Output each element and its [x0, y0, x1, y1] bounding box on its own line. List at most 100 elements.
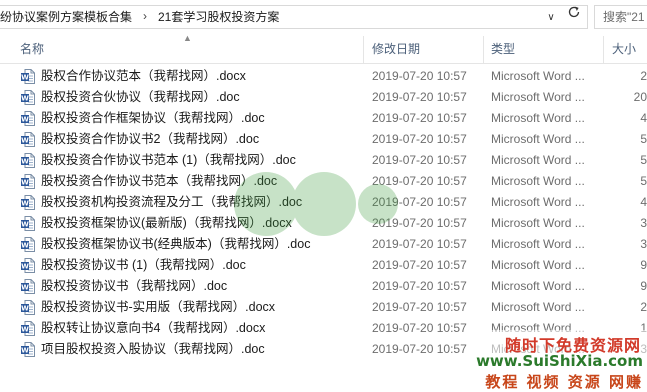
svg-text:W: W — [21, 284, 29, 292]
file-row[interactable]: W 股权投资协议书 (1)（我帮找网）.doc 2019-07-20 10:57 Mi… — [0, 255, 647, 276]
word-document-icon: W — [21, 174, 35, 189]
file-row[interactable]: W 股权投资框架协议(最新版)（我帮找网）.docx 2019-07-20 10:5… — [0, 213, 647, 234]
file-modified-date: 2019-07-20 10:57 — [372, 279, 467, 293]
svg-text:W: W — [21, 179, 29, 187]
file-modified-date: 2019-07-20 10:57 — [372, 69, 467, 83]
search-input[interactable] — [595, 6, 647, 28]
file-row[interactable]: W 股权合作协议范本（我帮找网）.docx 2019-07-20 10:57 Micr… — [0, 66, 647, 87]
file-name[interactable]: 项目股权投资入股协议（我帮找网）.doc — [41, 339, 265, 360]
file-size: 5 — [640, 153, 647, 167]
file-row[interactable]: W 股权转让协议意向书4（我帮找网）.docx 2019-07-20 10:57 Mi… — [0, 318, 647, 339]
file-type: Microsoft Word ... — [491, 90, 585, 104]
file-name[interactable]: 股权投资合作协议书范本 (1)（我帮找网）.doc — [41, 150, 296, 171]
file-size: 3 — [640, 342, 647, 356]
column-divider[interactable] — [363, 36, 364, 63]
file-type: Microsoft Word ... — [491, 237, 585, 251]
file-size: 4 — [640, 111, 647, 125]
file-size: 3 — [640, 237, 647, 251]
file-name[interactable]: 股权投资合作协议书2（我帮找网）.doc — [41, 129, 259, 150]
file-type: Microsoft Word ... — [491, 342, 585, 356]
file-size: 9 — [640, 279, 647, 293]
breadcrumb-separator-icon[interactable]: › — [143, 9, 147, 23]
file-name[interactable]: 股权投资机构投资流程及分工（我帮找网）.doc — [41, 192, 302, 213]
file-type: Microsoft Word ... — [491, 321, 585, 335]
word-document-icon: W — [21, 216, 35, 231]
file-type: Microsoft Word ... — [491, 216, 585, 230]
column-name-header[interactable]: 名称 — [20, 36, 44, 63]
word-document-icon: W — [21, 195, 35, 210]
file-modified-date: 2019-07-20 10:57 — [372, 237, 467, 251]
refresh-icon — [568, 6, 580, 18]
file-row[interactable]: W 股权投资合作协议书范本（我帮找网）.doc 2019-07-20 10:57 Mi… — [0, 171, 647, 192]
address-dropdown-icon[interactable]: ∨ — [543, 10, 559, 26]
file-type: Microsoft Word ... — [491, 174, 585, 188]
svg-text:W: W — [21, 242, 29, 250]
word-document-icon: W — [21, 90, 35, 105]
word-document-icon: W — [21, 258, 35, 273]
column-divider[interactable] — [603, 36, 604, 63]
svg-text:W: W — [21, 95, 29, 103]
file-name[interactable]: 股权投资合作框架协议（我帮找网）.doc — [41, 108, 265, 129]
file-name[interactable]: 股权投资合作协议书范本（我帮找网）.doc — [41, 171, 277, 192]
file-modified-date: 2019-07-20 10:57 — [372, 90, 467, 104]
file-row[interactable]: W 股权投资合伙协议（我帮找网）.doc 2019-07-20 10:57 Micro… — [0, 87, 647, 108]
svg-text:W: W — [21, 74, 29, 82]
file-modified-date: 2019-07-20 10:57 — [372, 111, 467, 125]
svg-text:W: W — [21, 200, 29, 208]
file-row[interactable]: W 股权投资合作框架协议（我帮找网）.doc 2019-07-20 10:57 Mic… — [0, 108, 647, 129]
breadcrumb-parent-folder[interactable]: 纷协议案例方案模板合集 — [0, 10, 132, 24]
file-row[interactable]: W 项目股权投资入股协议（我帮找网）.doc 2019-07-20 10:57 Mic… — [0, 339, 647, 360]
watermark-line-3: 教程 视频 资源 网赚 — [485, 373, 643, 391]
file-size: 5 — [640, 174, 647, 188]
file-name[interactable]: 股权合作协议范本（我帮找网）.docx — [41, 66, 246, 87]
file-size: 9 — [640, 258, 647, 272]
refresh-button[interactable] — [565, 3, 583, 21]
file-modified-date: 2019-07-20 10:57 — [372, 216, 467, 230]
word-document-icon: W — [21, 153, 35, 168]
breadcrumb[interactable]: 纷协议案例方案模板合集 › 21套学习股权投资方案 ∨ — [0, 5, 588, 29]
file-row[interactable]: W 股权投资协议书-实用版（我帮找网）.docx 2019-07-20 10:57 M… — [0, 297, 647, 318]
file-size: 1 — [640, 321, 647, 335]
file-row[interactable]: W 股权投资协议书（我帮找网）.doc 2019-07-20 10:57 Micros… — [0, 276, 647, 297]
file-row[interactable]: W 股权投资合作协议书范本 (1)（我帮找网）.doc 2019-07-20 10:… — [0, 150, 647, 171]
file-name[interactable]: 股权投资合伙协议（我帮找网）.doc — [41, 87, 240, 108]
word-document-icon: W — [21, 300, 35, 315]
svg-text:W: W — [21, 137, 29, 145]
word-document-icon: W — [21, 279, 35, 294]
file-type: Microsoft Word ... — [491, 258, 585, 272]
column-divider[interactable] — [483, 36, 484, 63]
file-row[interactable]: W 股权投资合作协议书2（我帮找网）.doc 2019-07-20 10:57 Mic… — [0, 129, 647, 150]
word-document-icon: W — [21, 342, 35, 357]
svg-text:W: W — [21, 116, 29, 124]
column-date-header[interactable]: 修改日期 — [372, 36, 420, 63]
file-name[interactable]: 股权投资框架协议(最新版)（我帮找网）.docx — [41, 213, 292, 234]
file-name[interactable]: 股权投资协议书（我帮找网）.doc — [41, 276, 227, 297]
svg-text:W: W — [21, 305, 29, 313]
file-modified-date: 2019-07-20 10:57 — [372, 132, 467, 146]
svg-text:W: W — [21, 158, 29, 166]
file-type: Microsoft Word ... — [491, 153, 585, 167]
file-name[interactable]: 股权转让协议意向书4（我帮找网）.docx — [41, 318, 265, 339]
file-row[interactable]: W 股权投资框架协议书(经典版本)（我帮找网）.doc 2019-07-20 10:… — [0, 234, 647, 255]
file-type: Microsoft Word ... — [491, 195, 585, 209]
file-type: Microsoft Word ... — [491, 111, 585, 125]
file-size: 5 — [640, 132, 647, 146]
file-size: 2 — [640, 69, 647, 83]
breadcrumb-current-folder[interactable]: 21套学习股权投资方案 — [158, 10, 279, 24]
svg-text:W: W — [21, 347, 29, 355]
file-modified-date: 2019-07-20 10:57 — [372, 174, 467, 188]
svg-text:W: W — [21, 221, 29, 229]
file-modified-date: 2019-07-20 10:57 — [372, 153, 467, 167]
file-row[interactable]: W 股权投资机构投资流程及分工（我帮找网）.doc 2019-07-20 10:57… — [0, 192, 647, 213]
file-name[interactable]: 股权投资协议书-实用版（我帮找网）.docx — [41, 297, 275, 318]
file-name[interactable]: 股权投资框架协议书(经典版本)（我帮找网）.doc — [41, 234, 310, 255]
file-type: Microsoft Word ... — [491, 132, 585, 146]
word-document-icon: W — [21, 132, 35, 147]
column-header: ▲ 名称 修改日期 类型 大小 — [0, 33, 647, 64]
file-size: 2 — [640, 300, 647, 314]
file-modified-date: 2019-07-20 10:57 — [372, 342, 467, 356]
column-type-header[interactable]: 类型 — [491, 36, 515, 63]
column-size-header[interactable]: 大小 — [612, 36, 636, 63]
search-box[interactable] — [594, 5, 647, 29]
file-name[interactable]: 股权投资协议书 (1)（我帮找网）.doc — [41, 255, 246, 276]
